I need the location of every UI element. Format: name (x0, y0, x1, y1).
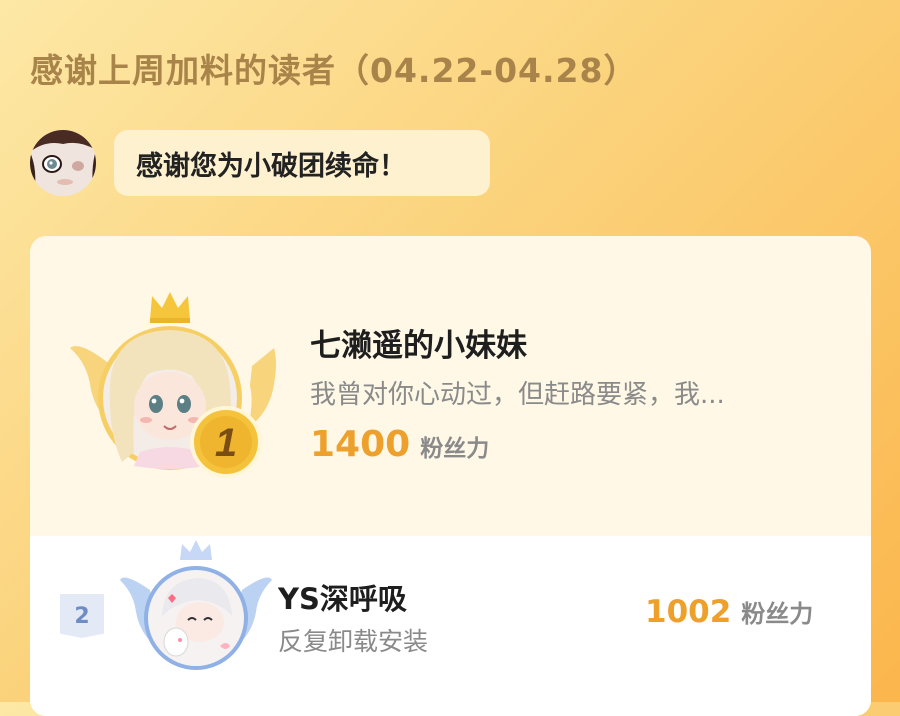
rank-2-score-unit: 粉丝力 (741, 600, 814, 628)
ranking-card: 1 七濑遥的小妹妹 我曾对你心动过，但赶路要紧，我... 1400 粉丝力 2 (30, 236, 871, 716)
rank-2-score: 1002 粉丝力 (645, 594, 813, 630)
rank-1-score-unit: 粉丝力 (420, 436, 490, 462)
rank-1-score: 1400 粉丝力 (310, 424, 489, 465)
rank-1-name[interactable]: 七濑遥的小妹妹 (310, 320, 527, 365)
rank-1-message: 我曾对你心动过，但赶路要紧，我... (310, 380, 725, 410)
rank-2-badge: 2 (60, 594, 104, 638)
crown-icon (180, 540, 212, 560)
thanks-text: 感谢您为小破团续命！ (136, 150, 406, 182)
rank-1-avatar-frame: 1 (70, 292, 277, 478)
crown-icon (150, 292, 190, 320)
host-avatar (30, 130, 96, 196)
rank-1-number: 1 (215, 421, 237, 465)
page-title: 感谢上周加料的读者（04.22-04.28） (30, 51, 638, 90)
rank-2-message: 反复卸载安装 (278, 627, 429, 656)
rank-2-name[interactable]: YS深呼吸 (278, 576, 407, 618)
rank-2-score-value: 1002 (645, 594, 732, 630)
rank-2-avatar-frame (120, 540, 272, 670)
thanks-bubble: 感谢您为小破团续命！ (114, 130, 490, 196)
rank-1-score-value: 1400 (310, 424, 411, 465)
host-avatar-image (30, 130, 96, 196)
